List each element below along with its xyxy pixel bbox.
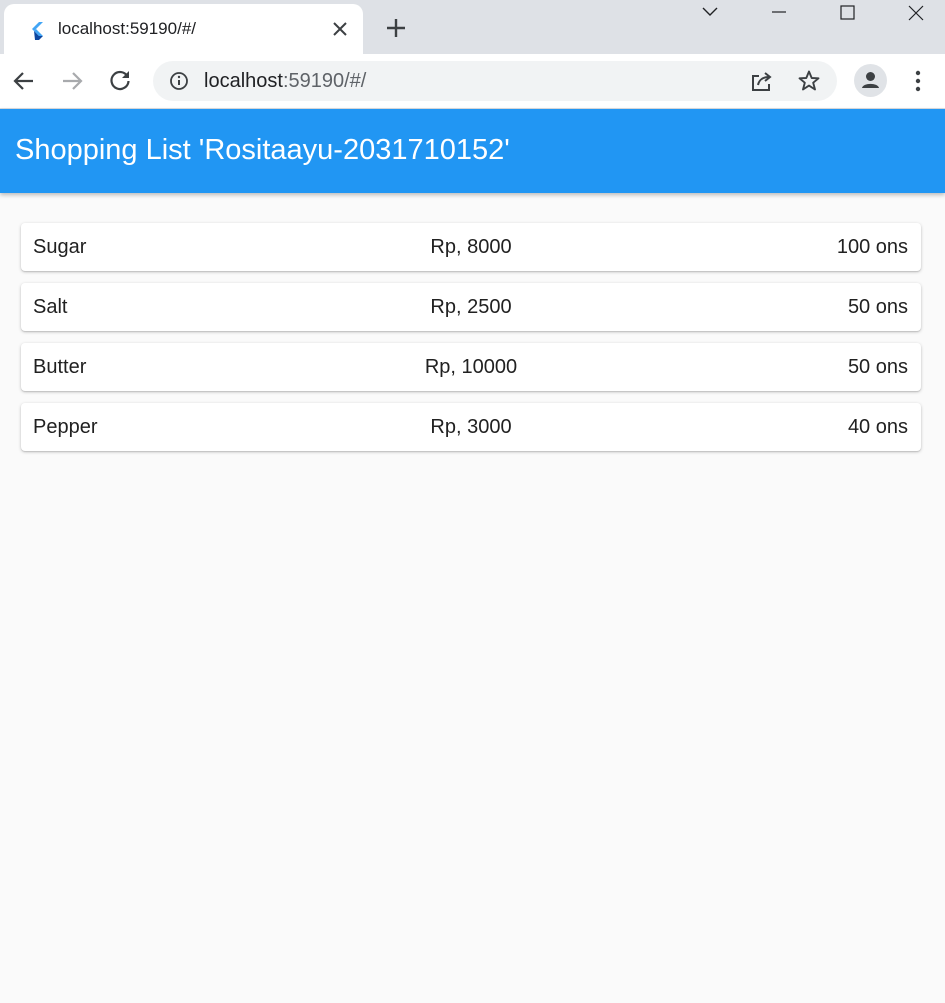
flutter-logo-icon (32, 22, 43, 40)
app-bar: Shopping List 'Rositaayu-2031710152' (0, 109, 945, 193)
tab-search-button[interactable] (687, 0, 733, 30)
profile-button[interactable] (854, 64, 887, 97)
address-bar[interactable]: localhost:59190/#/ (153, 61, 837, 101)
list-item[interactable]: Sugar Rp, 8000 100 ons (21, 223, 921, 271)
item-quantity: 40 ons (847, 416, 908, 438)
reload-icon[interactable] (105, 66, 135, 96)
shopping-list: Sugar Rp, 8000 100 ons Salt Rp, 2500 50 … (21, 223, 921, 463)
close-icon[interactable] (329, 18, 351, 40)
minimize-button[interactable] (756, 0, 802, 30)
page-title: Shopping List 'Rositaayu-2031710152' (15, 134, 510, 166)
info-icon[interactable] (169, 71, 189, 91)
list-item[interactable]: Butter Rp, 10000 50 ons (21, 343, 921, 391)
star-icon[interactable] (797, 69, 821, 93)
browser-toolbar: localhost:59190/#/ (0, 54, 945, 109)
kebab-menu-icon[interactable] (907, 68, 929, 94)
url-host: localhost (204, 70, 283, 92)
list-item[interactable]: Pepper Rp, 3000 40 ons (21, 403, 921, 451)
item-quantity: 100 ons (836, 236, 908, 258)
maximize-button[interactable] (824, 0, 870, 30)
url-path: :59190/#/ (282, 70, 367, 92)
arrow-left-icon[interactable] (9, 66, 39, 96)
browser-tab[interactable]: localhost:59190/#/ (4, 4, 363, 54)
maximize-icon (840, 5, 855, 20)
plus-icon[interactable] (383, 15, 409, 41)
item-quantity: 50 ons (847, 296, 908, 318)
item-price: Rp, 10000 (424, 356, 518, 378)
avatar-icon (862, 72, 879, 88)
item-quantity: 50 ons (847, 356, 908, 378)
share-icon[interactable] (749, 69, 775, 93)
item-price: Rp, 2500 (430, 296, 512, 318)
tab-title: localhost:59190/#/ (58, 19, 196, 38)
tab-strip: localhost:59190/#/ (0, 0, 945, 54)
url-text[interactable]: localhost:59190/#/ (204, 70, 366, 93)
close-window-button[interactable] (893, 0, 939, 30)
close-icon (908, 5, 924, 21)
item-price: Rp, 8000 (430, 236, 512, 258)
chevron-down-icon (702, 7, 718, 16)
list-item[interactable]: Salt Rp, 2500 50 ons (21, 283, 921, 331)
arrow-right-icon[interactable] (57, 66, 87, 96)
item-price: Rp, 3000 (430, 416, 512, 438)
minimize-icon (772, 11, 786, 13)
